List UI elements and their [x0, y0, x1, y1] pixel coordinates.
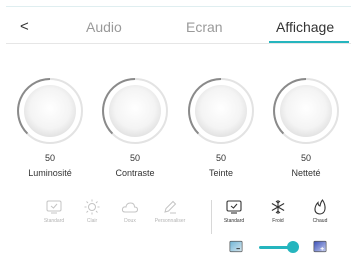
cloud-icon	[121, 202, 139, 213]
monitor-check-icon	[226, 200, 242, 214]
dial-value: 50	[300, 153, 311, 163]
monitor-check-icon	[46, 200, 62, 214]
mode-standard[interactable]: Standard	[210, 199, 258, 224]
display-settings-panel: < Audio Ecran Affichage 50 Luminosité 50…	[6, 6, 351, 253]
mode-label: Chaud	[312, 218, 328, 224]
color-modes: Standard Clair Doux Personnaliser Standa…	[34, 199, 334, 235]
display-plus-icon[interactable]	[313, 240, 327, 253]
mode-chaud[interactable]: Chaud	[296, 199, 344, 224]
dial-knob[interactable]	[272, 77, 340, 145]
slider-knob[interactable]	[287, 241, 299, 253]
mode-group-divider	[211, 200, 212, 234]
snowflake-icon	[271, 200, 285, 214]
sun-icon	[84, 199, 100, 215]
mode-personnaliser[interactable]: Personnaliser	[146, 199, 194, 224]
flame-icon	[314, 199, 326, 215]
dial-contraste[interactable]: 50 Contraste	[91, 77, 179, 178]
display-minus-icon[interactable]	[229, 240, 243, 253]
dial-knob[interactable]	[16, 77, 84, 145]
tab-ecran[interactable]: Ecran	[186, 19, 223, 35]
dial-label: Contraste	[115, 168, 155, 178]
dial-value: 50	[129, 153, 140, 163]
dial-label: Netteté	[291, 168, 321, 178]
dial-nettete[interactable]: 50 Netteté	[262, 77, 350, 178]
pen-icon	[164, 200, 177, 214]
mode-label: Standard	[223, 218, 245, 224]
tab-affichage[interactable]: Affichage	[276, 19, 334, 35]
dial-value: 50	[215, 153, 226, 163]
header-divider	[6, 43, 351, 44]
dial-value: 50	[44, 153, 55, 163]
mode-froid[interactable]: Froid	[254, 199, 302, 224]
back-button[interactable]: <	[20, 19, 34, 35]
dial-label: Luminosité	[28, 168, 72, 178]
mode-label: Personnaliser	[154, 218, 186, 224]
dial-teinte[interactable]: 50 Teinte	[177, 77, 265, 178]
dial-label: Teinte	[208, 168, 234, 178]
dial-luminosite[interactable]: 50 Luminosité	[6, 77, 94, 178]
mode-label: Froid	[272, 218, 284, 224]
blue-light-slider[interactable]	[229, 240, 331, 256]
dial-knob[interactable]	[187, 77, 255, 145]
tab-header: < Audio Ecran Affichage	[6, 7, 351, 45]
dial-knob[interactable]	[101, 77, 169, 145]
tab-audio[interactable]: Audio	[86, 19, 122, 35]
